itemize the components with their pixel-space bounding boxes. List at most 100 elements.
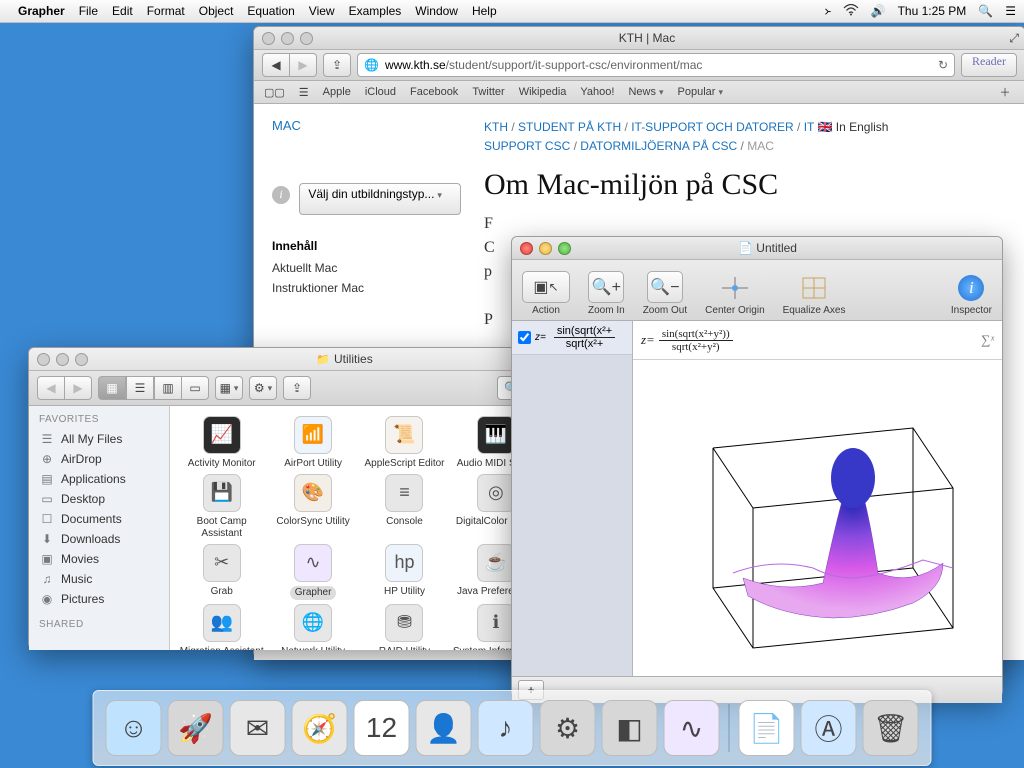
bm-facebook[interactable]: Facebook	[410, 86, 458, 98]
zoom-button[interactable]	[300, 32, 313, 45]
close-button[interactable]	[262, 32, 275, 45]
crumb-student[interactable]: STUDENT PÅ KTH	[518, 120, 621, 134]
reader-button[interactable]: Reader	[961, 53, 1017, 77]
dock-item[interactable]: ◧	[602, 700, 658, 756]
crumb-it[interactable]: IT	[804, 120, 814, 134]
plot-canvas[interactable]	[633, 360, 1002, 676]
bm-icloud[interactable]: iCloud	[365, 86, 396, 98]
bm-popular[interactable]: Popular	[678, 86, 723, 98]
icon-view-button[interactable]: ▦	[98, 376, 126, 400]
app-item[interactable]: 🌐Network Utility	[267, 604, 358, 650]
app-menu[interactable]: Grapher	[18, 4, 65, 18]
sidebar-item[interactable]: ◉Pictures	[29, 589, 169, 609]
app-item[interactable]: ✂Grab	[176, 544, 267, 600]
grapher-titlebar[interactable]: 📄 Untitled	[512, 237, 1002, 260]
bookmarks-icon[interactable]: ▢▢	[264, 86, 285, 99]
app-item[interactable]: 🎨ColorSync Utility	[267, 474, 358, 540]
sigma-icon[interactable]: ∑ˣ	[981, 332, 994, 348]
bm-news[interactable]: News	[628, 86, 663, 98]
zoom-in-tool[interactable]: 🔍+Zoom In	[588, 271, 625, 316]
dock-item[interactable]: 👤	[416, 700, 472, 756]
volume-icon[interactable]: 🔊	[871, 4, 886, 18]
sidebar-item[interactable]: ⊕AirDrop	[29, 449, 169, 469]
zoom-button[interactable]	[558, 242, 571, 255]
menu-object[interactable]: Object	[199, 4, 234, 18]
equation-row[interactable]: z= sin(sqrt(x²+ sqrt(x²+	[512, 321, 632, 355]
column-view-button[interactable]: ▥	[154, 376, 182, 400]
menu-window[interactable]: Window	[415, 4, 458, 18]
bluetooth-icon[interactable]: ᚛	[825, 4, 831, 18]
bm-apple[interactable]: Apple	[323, 86, 351, 98]
notifications-icon[interactable]: ☰	[1005, 4, 1016, 18]
app-item[interactable]: 📈Activity Monitor	[176, 416, 267, 470]
dock-item[interactable]: 🚀	[168, 700, 224, 756]
spotlight-icon[interactable]: 🔍	[978, 4, 993, 18]
sidebar-item[interactable]: ☐Documents	[29, 509, 169, 529]
app-item[interactable]: ∿Grapher	[267, 544, 358, 600]
share-button[interactable]: ⇪	[323, 53, 351, 77]
app-item[interactable]: ≡Console	[359, 474, 450, 540]
minimize-button[interactable]	[281, 32, 294, 45]
list-view-button[interactable]: ☰	[126, 376, 154, 400]
arrange-button[interactable]: ▦	[215, 376, 243, 400]
dock-item[interactable]: ☺	[106, 700, 162, 756]
app-item[interactable]: ⛃RAID Utility	[359, 604, 450, 650]
dock-item[interactable]: ♪	[478, 700, 534, 756]
crumb-kth[interactable]: KTH	[484, 120, 508, 134]
coverflow-view-button[interactable]: ▭	[182, 376, 209, 400]
center-origin-tool[interactable]: Center Origin	[705, 273, 764, 316]
menu-help[interactable]: Help	[472, 4, 497, 18]
menu-examples[interactable]: Examples	[349, 4, 402, 18]
menu-equation[interactable]: Equation	[247, 4, 294, 18]
menu-view[interactable]: View	[309, 4, 335, 18]
share-button[interactable]: ⇪	[283, 376, 311, 400]
minimize-button[interactable]	[539, 242, 552, 255]
url-field[interactable]: 🌐 www.kth.se/student/support/it-support-…	[357, 53, 955, 77]
dock-item[interactable]: 📄	[739, 700, 795, 756]
zoom-out-tool[interactable]: 🔍−Zoom Out	[643, 271, 687, 316]
dock-item[interactable]: 12	[354, 700, 410, 756]
app-item[interactable]: 📜AppleScript Editor	[359, 416, 450, 470]
wifi-icon[interactable]	[843, 4, 859, 19]
bm-wikipedia[interactable]: Wikipedia	[519, 86, 567, 98]
equation-checkbox[interactable]	[518, 331, 531, 344]
page-section-link[interactable]: MAC	[272, 118, 470, 133]
crumb-dator[interactable]: DATORMILJÖERNA PÅ CSC	[580, 139, 737, 153]
back-button[interactable]: ◀	[37, 376, 65, 400]
sidebar-item[interactable]: ▭Desktop	[29, 489, 169, 509]
app-item[interactable]: 💾Boot Camp Assistant	[176, 474, 267, 540]
reload-icon[interactable]: ↻	[938, 58, 948, 72]
edutype-select[interactable]: Välj din utbildningstyp...	[299, 183, 461, 215]
crumb-supportcsc[interactable]: SUPPORT CSC	[484, 139, 570, 153]
back-button[interactable]: ◀	[262, 53, 290, 77]
menu-format[interactable]: Format	[147, 4, 185, 18]
fullscreen-icon[interactable]: ⤢	[973, 31, 1024, 46]
in-english-link[interactable]: In English	[836, 120, 889, 134]
action-button[interactable]: ⚙	[249, 376, 277, 400]
side-item-instruktioner[interactable]: Instruktioner Mac	[272, 281, 470, 295]
menu-file[interactable]: File	[79, 4, 98, 18]
menu-edit[interactable]: Edit	[112, 4, 133, 18]
dock-item[interactable]: 🧭	[292, 700, 348, 756]
sidebar-item[interactable]: ▤Applications	[29, 469, 169, 489]
bm-add-button[interactable]: ＋	[995, 84, 1015, 100]
sidebar-item[interactable]: ▣Movies	[29, 549, 169, 569]
dock-item[interactable]: ✉	[230, 700, 286, 756]
zoom-button[interactable]	[75, 353, 88, 366]
forward-button[interactable]: ▶	[65, 376, 92, 400]
sidebar-item[interactable]: ♫Music	[29, 569, 169, 589]
side-item-aktuellt[interactable]: Aktuellt Mac	[272, 261, 470, 275]
bm-twitter[interactable]: Twitter	[472, 86, 504, 98]
close-button[interactable]	[520, 242, 533, 255]
formula-bar[interactable]: z= sin(sqrt(x²+y²)) sqrt(x²+y²) ∑ˣ	[633, 321, 1002, 360]
dock-item[interactable]: ⚙	[540, 700, 596, 756]
close-button[interactable]	[37, 353, 50, 366]
clock[interactable]: Thu 1:25 PM	[898, 4, 967, 18]
dock-item[interactable]: ∿	[664, 700, 720, 756]
readinglist-icon[interactable]: ☰	[299, 86, 309, 99]
app-item[interactable]: 📶AirPort Utility	[267, 416, 358, 470]
safari-titlebar[interactable]: KTH | Mac ⤢	[254, 27, 1024, 50]
action-tool[interactable]: ▣ ↖ Action	[522, 271, 570, 316]
crumb-itsupport[interactable]: IT-SUPPORT OCH DATORER	[631, 120, 793, 134]
inspector-tool[interactable]: iInspector	[951, 273, 992, 316]
